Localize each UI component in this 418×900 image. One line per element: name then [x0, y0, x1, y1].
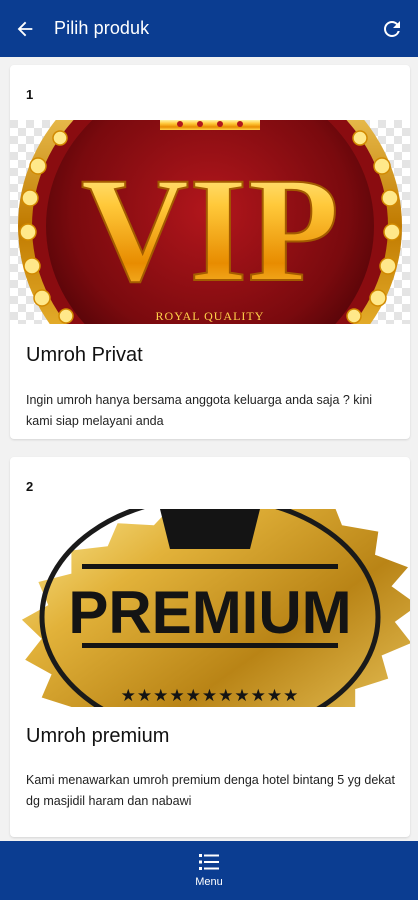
- page-title: Pilih produk: [54, 18, 150, 38]
- product-card[interactable]: 2 PREMIUM ★★★★★★★★★★★ Umroh premium Kami…: [10, 457, 410, 837]
- refresh-icon: [384, 21, 400, 37]
- premium-stars: ★★★★★★★★★★★: [121, 686, 300, 706]
- menu-label: Menu: [195, 876, 223, 888]
- vip-badge-image: VIP ROYAL QUALITY: [10, 120, 410, 324]
- product-list: 1 VIP ROYAL QUALITY Umroh Privat Ingin u…: [0, 57, 418, 841]
- vip-text: VIP: [81, 147, 339, 313]
- product-description: Ingin umroh hanya bersama anggota keluar…: [26, 393, 373, 428]
- premium-badge-image: PREMIUM ★★★★★★★★★★★: [10, 509, 410, 707]
- product-name: Umroh Privat: [26, 344, 143, 366]
- refresh-button[interactable]: [378, 15, 406, 43]
- vip-subtext: ROYAL QUALITY: [156, 309, 265, 323]
- menu-button[interactable]: Menu: [179, 851, 239, 895]
- product-number: 2: [26, 479, 34, 494]
- product-image-premium: PREMIUM ★★★★★★★★★★★: [10, 509, 410, 707]
- app-root: Pilih produk 1 VIP ROYAL QUALITY Umroh P…: [0, 0, 418, 900]
- back-button[interactable]: [12, 16, 38, 42]
- product-card[interactable]: 1 VIP ROYAL QUALITY Umroh Privat Ingin u…: [10, 65, 410, 439]
- product-name: Umroh premium: [26, 725, 170, 747]
- bottom-nav-bar: Menu: [0, 841, 418, 900]
- product-description: Kami menawarkan umroh premium denga hote…: [26, 773, 395, 808]
- product-image-vip: VIP ROYAL QUALITY: [10, 120, 410, 324]
- arrow-left-icon: [17, 21, 33, 37]
- top-app-bar: Pilih produk: [0, 0, 418, 57]
- premium-text: PREMIUM: [68, 579, 351, 646]
- list-icon: [199, 854, 219, 870]
- product-number: 1: [26, 87, 34, 102]
